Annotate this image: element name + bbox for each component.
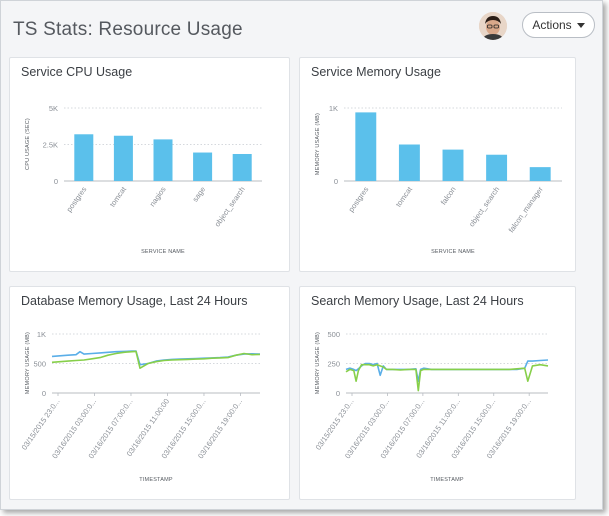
bar [355, 112, 377, 181]
x-tick-label: postgres [347, 185, 371, 214]
y-axis-label: MEMORY USAGE (MB) [25, 332, 31, 394]
actions-label: Actions [532, 18, 572, 32]
bar [398, 144, 420, 181]
y-tick-label: 500 [33, 360, 46, 369]
user-avatar[interactable] [479, 12, 507, 40]
y-tick-label: 5K [49, 104, 58, 113]
search-memory-chart: 0 250 500 MEMORY USAGE (MB) TIMESTAMP 03/15/2… [314, 330, 549, 483]
y-tick-label: 0 [54, 177, 58, 186]
y-axis-label: MEMORY USAGE (MB) [315, 113, 321, 175]
memory-usage-card: Service Memory Usage 0 1K MEMORY USAGE (MB… [299, 57, 576, 272]
bar [232, 153, 252, 181]
search-memory-card: Search Memory Usage, Last 24 Hours 0 250 5… [299, 286, 576, 500]
cpu-usage-chart: 0 2.5K 5K CPU USAGE (SEC) SERVICE NAME postgr… [25, 104, 262, 255]
y-axis-label: CPU USAGE (SEC) [25, 118, 31, 170]
bar [113, 135, 133, 181]
x-tick-label: tomcat [394, 184, 415, 208]
x-axis-label: SERVICE NAME [141, 249, 185, 255]
x-tick-label: nagios [148, 185, 168, 208]
x-tick-label: postgres [65, 185, 89, 214]
x-tick-label: sage [191, 185, 208, 203]
y-tick-label: 1K [37, 330, 46, 339]
database-memory-chart: 0 500 1K MEMORY USAGE (MB) TIMESTAMP 03/15/20… [20, 330, 261, 483]
bar [74, 134, 94, 181]
database-memory-card: Database Memory Usage, Last 24 Hours 0 50… [9, 286, 290, 500]
x-tick-label: 03/15/2015 23:0... [314, 397, 356, 452]
series-line [345, 363, 549, 392]
y-tick-label: 1K [329, 104, 338, 113]
avatar-image [479, 12, 507, 40]
y-tick-label: 500 [327, 330, 340, 339]
bar [529, 167, 551, 181]
y-axis-label: MEMORY USAGE (MB) [315, 332, 321, 394]
x-tick-label: tomcat [108, 184, 129, 208]
x-axis-label: TIMESTAMP [139, 477, 173, 483]
x-axis-label: SERVICE NAME [431, 249, 475, 255]
y-tick-label: 2.5K [43, 141, 58, 150]
y-tick-label: 250 [327, 360, 340, 369]
y-tick-label: 0 [42, 389, 46, 398]
x-tick-label: object_search [467, 185, 501, 228]
caret-down-icon [576, 23, 585, 28]
y-tick-label: 0 [334, 177, 338, 186]
bar [442, 149, 464, 181]
x-axis-label: TIMESTAMP [430, 477, 464, 483]
x-tick-label: falcon_manager [507, 185, 546, 235]
bar [486, 154, 508, 181]
y-tick-label: 0 [336, 389, 340, 398]
actions-button[interactable]: Actions [522, 12, 595, 38]
bar [193, 152, 213, 181]
page-title: TS Stats: Resource Usage [13, 19, 243, 40]
cpu-usage-card: Service CPU Usage 0 2.5K 5K CPU USAGE (SEC)… [9, 57, 290, 272]
bar [153, 139, 173, 181]
x-tick-label: 03/15/2015 23:0... [20, 397, 62, 452]
app-window: TS Stats: Resource Usage Actions Service… [0, 0, 603, 510]
memory-usage-chart: 0 1K MEMORY USAGE (MB) SERVICE NAME postgres… [315, 104, 562, 255]
x-tick-label: object_search [213, 185, 247, 228]
x-tick-label: falcon [439, 185, 458, 207]
